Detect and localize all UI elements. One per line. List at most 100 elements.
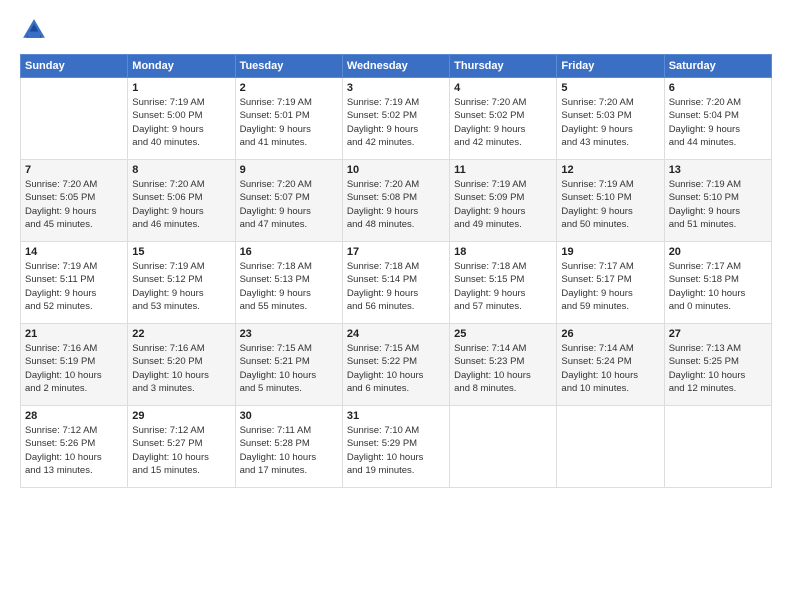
weekday-header-friday: Friday [557,55,664,78]
day-info: Sunrise: 7:17 AM Sunset: 5:17 PM Dayligh… [561,260,659,313]
calendar-cell: 29 Sunrise: 7:12 AM Sunset: 5:27 PM Dayli… [128,406,235,488]
day-number: 28 [25,410,123,422]
page: SundayMondayTuesdayWednesdayThursdayFrid… [0,0,792,612]
calendar-cell: 27 Sunrise: 7:13 AM Sunset: 5:25 PM Dayli… [664,324,771,406]
day-info: Sunrise: 7:19 AM Sunset: 5:11 PM Dayligh… [25,260,123,313]
calendar-cell: 25 Sunrise: 7:14 AM Sunset: 5:23 PM Dayli… [450,324,557,406]
day-info: Sunrise: 7:16 AM Sunset: 5:19 PM Dayligh… [25,342,123,395]
calendar-cell: 20 Sunrise: 7:17 AM Sunset: 5:18 PM Dayli… [664,242,771,324]
day-number: 13 [669,164,767,176]
day-info: Sunrise: 7:17 AM Sunset: 5:18 PM Dayligh… [669,260,767,313]
calendar-cell: 28 Sunrise: 7:12 AM Sunset: 5:26 PM Dayli… [21,406,128,488]
calendar-cell: 24 Sunrise: 7:15 AM Sunset: 5:22 PM Dayli… [342,324,449,406]
calendar-header: SundayMondayTuesdayWednesdayThursdayFrid… [21,55,772,78]
day-number: 15 [132,246,230,258]
day-number: 29 [132,410,230,422]
day-info: Sunrise: 7:19 AM Sunset: 5:12 PM Dayligh… [132,260,230,313]
day-info: Sunrise: 7:14 AM Sunset: 5:24 PM Dayligh… [561,342,659,395]
day-info: Sunrise: 7:12 AM Sunset: 5:27 PM Dayligh… [132,424,230,477]
day-info: Sunrise: 7:19 AM Sunset: 5:10 PM Dayligh… [669,178,767,231]
calendar-cell [557,406,664,488]
day-number: 6 [669,82,767,94]
week-row-4: 21Sunrise: 7:16 AM Sunset: 5:19 PM Dayli… [21,324,772,406]
day-number: 17 [347,246,445,258]
day-info: Sunrise: 7:20 AM Sunset: 5:07 PM Dayligh… [240,178,338,231]
weekday-header-row: SundayMondayTuesdayWednesdayThursdayFrid… [21,55,772,78]
day-number: 12 [561,164,659,176]
day-number: 14 [25,246,123,258]
calendar-cell: 13 Sunrise: 7:19 AM Sunset: 5:10 PM Dayli… [664,160,771,242]
day-number: 9 [240,164,338,176]
week-row-2: 7 Sunrise: 7:20 AM Sunset: 5:05 PM Daylig… [21,160,772,242]
day-number: 30 [240,410,338,422]
day-number: 19 [561,246,659,258]
day-number: 7 [25,164,123,176]
day-number: 27 [669,328,767,340]
calendar-cell: 30 Sunrise: 7:11 AM Sunset: 5:28 PM Dayli… [235,406,342,488]
day-info: Sunrise: 7:20 AM Sunset: 5:03 PM Dayligh… [561,96,659,149]
weekday-header-tuesday: Tuesday [235,55,342,78]
day-info: Sunrise: 7:19 AM Sunset: 5:01 PM Dayligh… [240,96,338,149]
day-number: 11 [454,164,552,176]
calendar-cell: 9 Sunrise: 7:20 AM Sunset: 5:07 PM Daylig… [235,160,342,242]
calendar-cell: 4Sunrise: 7:20 AM Sunset: 5:02 PM Daylig… [450,78,557,160]
day-info: Sunrise: 7:20 AM Sunset: 5:06 PM Dayligh… [132,178,230,231]
day-info: Sunrise: 7:18 AM Sunset: 5:13 PM Dayligh… [240,260,338,313]
day-info: Sunrise: 7:19 AM Sunset: 5:02 PM Dayligh… [347,96,445,149]
day-number: 23 [240,328,338,340]
calendar-cell: 6 Sunrise: 7:20 AM Sunset: 5:04 PM Daylig… [664,78,771,160]
calendar-cell: 19 Sunrise: 7:17 AM Sunset: 5:17 PM Dayli… [557,242,664,324]
calendar-cell: 15 Sunrise: 7:19 AM Sunset: 5:12 PM Dayli… [128,242,235,324]
day-number: 20 [669,246,767,258]
day-info: Sunrise: 7:18 AM Sunset: 5:14 PM Dayligh… [347,260,445,313]
day-info: Sunrise: 7:20 AM Sunset: 5:02 PM Dayligh… [454,96,552,149]
day-info: Sunrise: 7:10 AM Sunset: 5:29 PM Dayligh… [347,424,445,477]
calendar-cell: 21Sunrise: 7:16 AM Sunset: 5:19 PM Dayli… [21,324,128,406]
week-row-1: 1 Sunrise: 7:19 AM Sunset: 5:00 PM Daylig… [21,78,772,160]
calendar-cell: 1 Sunrise: 7:19 AM Sunset: 5:00 PM Daylig… [128,78,235,160]
day-info: Sunrise: 7:12 AM Sunset: 5:26 PM Dayligh… [25,424,123,477]
header [20,16,772,44]
day-info: Sunrise: 7:19 AM Sunset: 5:00 PM Dayligh… [132,96,230,149]
day-number: 2 [240,82,338,94]
weekday-header-sunday: Sunday [21,55,128,78]
logo-icon [20,16,48,44]
day-number: 26 [561,328,659,340]
calendar-cell: 3Sunrise: 7:19 AM Sunset: 5:02 PM Daylig… [342,78,449,160]
day-info: Sunrise: 7:20 AM Sunset: 5:04 PM Dayligh… [669,96,767,149]
calendar-cell: 12 Sunrise: 7:19 AM Sunset: 5:10 PM Dayli… [557,160,664,242]
day-number: 18 [454,246,552,258]
day-info: Sunrise: 7:19 AM Sunset: 5:10 PM Dayligh… [561,178,659,231]
day-number: 22 [132,328,230,340]
calendar-cell [450,406,557,488]
calendar-cell: 5 Sunrise: 7:20 AM Sunset: 5:03 PM Daylig… [557,78,664,160]
day-info: Sunrise: 7:16 AM Sunset: 5:20 PM Dayligh… [132,342,230,395]
day-number: 8 [132,164,230,176]
day-number: 25 [454,328,552,340]
day-info: Sunrise: 7:20 AM Sunset: 5:05 PM Dayligh… [25,178,123,231]
day-number: 1 [132,82,230,94]
calendar-cell: 14 Sunrise: 7:19 AM Sunset: 5:11 PM Dayli… [21,242,128,324]
day-info: Sunrise: 7:15 AM Sunset: 5:22 PM Dayligh… [347,342,445,395]
weekday-header-wednesday: Wednesday [342,55,449,78]
calendar-cell: 2 Sunrise: 7:19 AM Sunset: 5:01 PM Daylig… [235,78,342,160]
calendar-cell: 10Sunrise: 7:20 AM Sunset: 5:08 PM Dayli… [342,160,449,242]
calendar-body: 1 Sunrise: 7:19 AM Sunset: 5:00 PM Daylig… [21,78,772,488]
logo [20,16,52,44]
day-info: Sunrise: 7:20 AM Sunset: 5:08 PM Dayligh… [347,178,445,231]
calendar-cell: 18Sunrise: 7:18 AM Sunset: 5:15 PM Dayli… [450,242,557,324]
calendar-cell: 8 Sunrise: 7:20 AM Sunset: 5:06 PM Daylig… [128,160,235,242]
weekday-header-monday: Monday [128,55,235,78]
day-number: 5 [561,82,659,94]
weekday-header-saturday: Saturday [664,55,771,78]
day-info: Sunrise: 7:14 AM Sunset: 5:23 PM Dayligh… [454,342,552,395]
calendar-cell [21,78,128,160]
day-info: Sunrise: 7:11 AM Sunset: 5:28 PM Dayligh… [240,424,338,477]
day-number: 31 [347,410,445,422]
day-info: Sunrise: 7:13 AM Sunset: 5:25 PM Dayligh… [669,342,767,395]
calendar-cell: 16Sunrise: 7:18 AM Sunset: 5:13 PM Dayli… [235,242,342,324]
week-row-3: 14 Sunrise: 7:19 AM Sunset: 5:11 PM Dayli… [21,242,772,324]
calendar-cell: 11Sunrise: 7:19 AM Sunset: 5:09 PM Dayli… [450,160,557,242]
week-row-5: 28 Sunrise: 7:12 AM Sunset: 5:26 PM Dayli… [21,406,772,488]
day-number: 24 [347,328,445,340]
